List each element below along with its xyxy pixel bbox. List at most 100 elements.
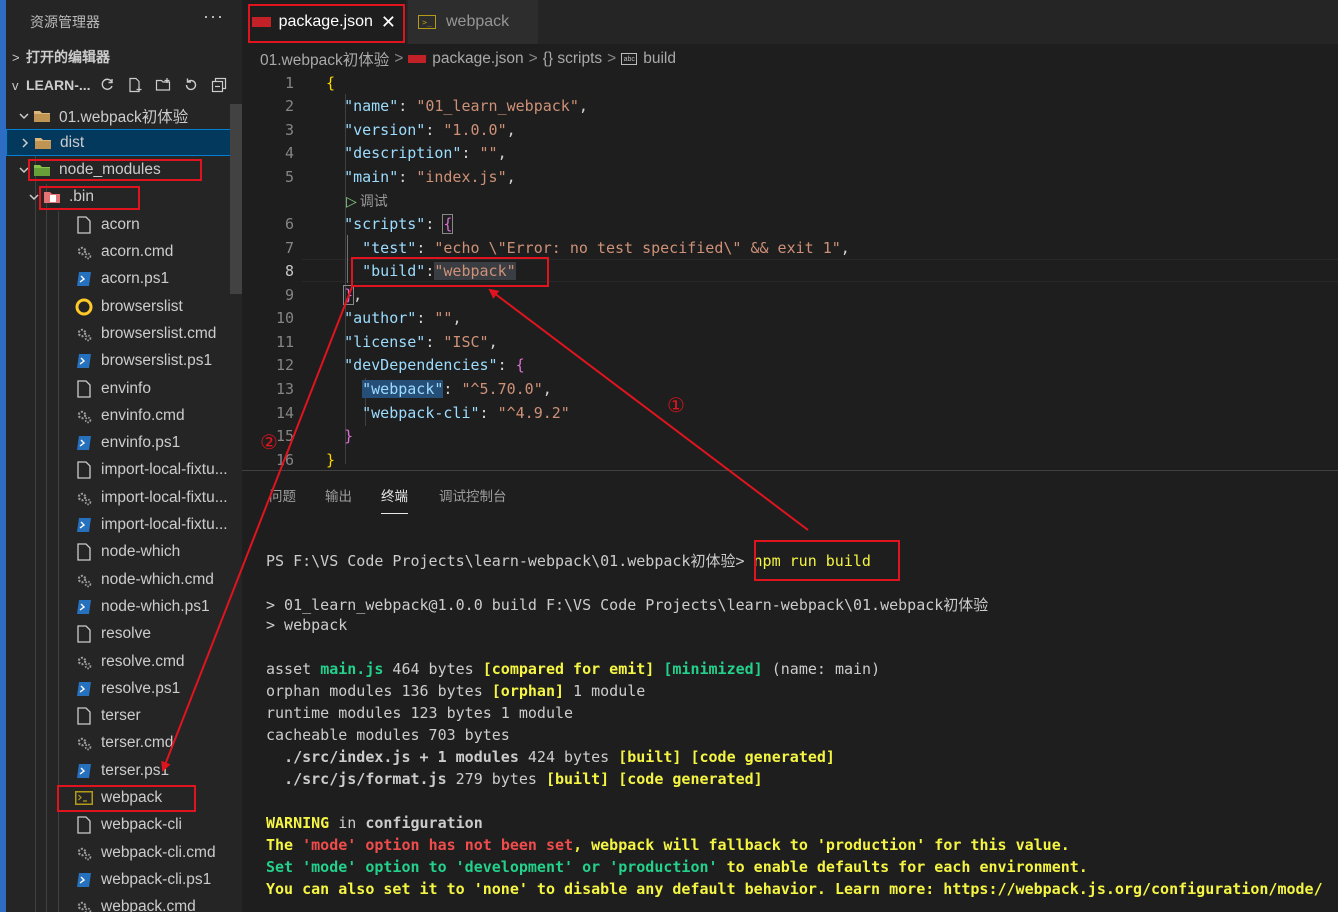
chevron-right-icon: > [528,50,538,67]
tree-item[interactable]: node-which.cmd [6,566,242,593]
npm-icon [408,55,427,63]
explorer-title: 资源管理器 [30,14,100,30]
open-editors-section[interactable]: > 打开的编辑器 [12,46,110,68]
tree-item-label: envinfo.ps1 [101,434,181,452]
tree-item[interactable]: webpack-cli.cmd [6,839,242,866]
file-icon [74,815,94,835]
tree-item-label: webpack-cli [101,816,182,834]
powershell-icon [74,269,94,289]
tree-item[interactable]: webpack-cli [6,812,242,839]
line-number: 1 [284,74,294,92]
tree-item-label: resolve.ps1 [101,679,181,697]
tree-item[interactable]: webpack.cmd [6,894,242,912]
file-icon [74,460,94,480]
line-number: 14 [275,404,294,422]
tree-item[interactable]: browserslist [6,293,242,320]
tab-terminal[interactable]: 终端 [381,485,408,514]
tree-item[interactable]: browserslist.cmd [6,320,242,347]
tree-item-label: import-local-fixtu... [101,516,228,533]
tree-item[interactable]: acorn [6,211,242,238]
new-folder-icon[interactable] [152,74,174,96]
line-number: 3 [284,121,294,139]
breadcrumb-build[interactable]: build [643,50,676,68]
annotation-marker-1: ① [667,395,685,417]
tree-item[interactable]: envinfo.ps1 [6,430,242,457]
tree-item[interactable]: terser.cmd [6,730,242,757]
terminal-line: cacheable modules 703 bytes [266,726,510,744]
folder-icon [33,133,53,153]
code-line-13: "webpack": "^5.70.0", [362,380,552,398]
string-icon: abc [621,53,638,65]
tree-item[interactable]: envinfo [6,375,242,402]
breadcrumb-folder[interactable]: 01.webpack初体验 [260,48,389,70]
tab-problems[interactable]: 问题 [269,485,296,505]
tree-item[interactable]: webpack-cli.ps1 [6,866,242,893]
code-line-4: "description": "", [344,144,507,162]
open-editors-label: 打开的编辑器 [26,49,110,65]
code-line-1: { [326,74,336,92]
tree-item[interactable]: node-which [6,539,242,566]
sidebar-scrollbar[interactable] [230,104,242,294]
tree-item-label: resolve.cmd [101,652,185,670]
tree-item[interactable]: terser [6,703,242,730]
chevron-right-icon: > [607,50,617,67]
terminal-line: orphan modules 136 bytes [orphan] 1 modu… [266,682,646,700]
tree-item[interactable]: import-local-fixtu... [6,512,242,539]
line-number: 4 [284,144,294,162]
annotation-box-node-modules [28,159,202,181]
collapse-all-icon[interactable] [208,74,230,96]
chevron-down-icon: v [12,77,19,93]
tree-item[interactable]: terser.ps1 [6,757,242,784]
powershell-icon [74,870,94,890]
line-number: 12 [275,356,294,374]
refresh-explorer-icon[interactable] [180,74,202,96]
tree-item-label: acorn [101,215,140,233]
tree-item[interactable]: acorn.cmd [6,239,242,266]
annotation-box-tab [248,4,405,43]
tab-webpack[interactable]: >_ webpack [408,0,538,44]
powershell-icon [74,351,94,371]
tree-item[interactable]: resolve [6,621,242,648]
tree-item-label: resolve [101,625,151,643]
code-line-11: "license": "ISC", [344,333,498,351]
file-icon [74,624,94,644]
tree-item[interactable]: 01.webpack初体验 [6,102,242,129]
breadcrumb-file[interactable]: package.json [432,50,523,68]
line-number: 10 [275,309,294,327]
tree-item[interactable]: import-local-fixtu... [6,457,242,484]
workspace-section[interactable]: v LEARN-... [12,74,91,96]
tree-item[interactable]: acorn.ps1 [6,266,242,293]
tree-item[interactable]: node-which.ps1 [6,593,242,620]
play-icon: ▷ [346,193,357,209]
new-file-icon[interactable] [124,74,146,96]
line-number: 5 [284,168,294,186]
annotation-box-command [754,540,900,581]
chevron-right-icon: > [12,49,20,65]
tree-item-label: webpack-cli.cmd [101,843,216,861]
tree-item[interactable]: import-local-fixtu... [6,484,242,511]
code-line-5: "main": "index.js", [344,168,516,186]
line-number: 7 [284,239,294,257]
chevron-down-icon [16,110,32,122]
tree-item-label: acorn.cmd [101,243,174,260]
annotation-box-build [351,257,549,287]
tree-item[interactable]: resolve.cmd [6,648,242,675]
tree-item[interactable]: browserslist.ps1 [6,348,242,375]
tab-output[interactable]: 输出 [325,485,352,505]
terminal-line: You can also set it to 'none' to disable… [266,880,1323,898]
tree-item[interactable]: resolve.ps1 [6,675,242,702]
tab-debug-console[interactable]: 调试控制台 [439,485,507,505]
chevron-right-icon: > [394,50,404,67]
code-line-3: "version": "1.0.0", [344,121,516,139]
tree-item[interactable]: dist [6,129,242,157]
breadcrumb-scripts[interactable]: {} scripts [543,50,602,68]
terminal-line: > 01_learn_webpack@1.0.0 build F:\VS Cod… [266,596,989,614]
refresh-icon[interactable] [96,74,118,96]
tree-item[interactable]: envinfo.cmd [6,402,242,429]
more-actions-icon[interactable]: ··· [203,6,224,27]
bottom-panel: 问题 输出 终端 调试控制台 PS F:\VS Code Projects\le… [242,470,1338,912]
tree-item-label: 01.webpack初体验 [59,108,189,126]
code-line-9: }, [343,285,363,305]
debug-codelens[interactable]: ▷ 调试 [346,191,388,211]
code-line-6: "scripts": { [344,214,454,234]
